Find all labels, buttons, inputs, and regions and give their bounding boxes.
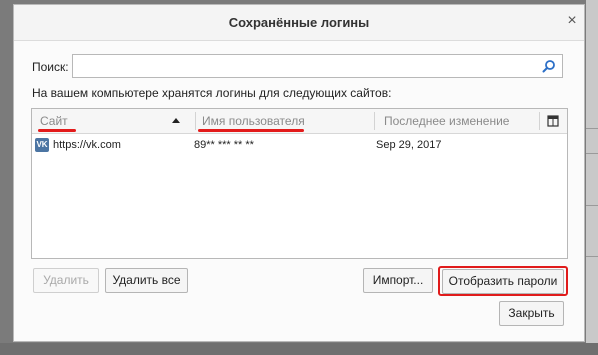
remove-all-button[interactable]: Удалить все [105, 268, 188, 293]
row-username: 89** *** ** ** [194, 139, 254, 151]
search-label: Поиск: [32, 60, 69, 74]
annotation-underline-site [38, 129, 76, 132]
close-button[interactable]: Закрыть [499, 301, 564, 326]
taskbar-strip [0, 343, 598, 355]
saved-logins-dialog: Сохранённые логины × Поиск: На вашем ком… [13, 4, 585, 342]
column-header-last-modified[interactable]: Последнее изменение [384, 109, 509, 133]
annotation-underline-username [198, 129, 304, 132]
annotation-highlight-box [438, 266, 568, 296]
search-icon[interactable] [542, 59, 556, 73]
table-row[interactable]: VK https://vk.com 89** *** ** ** Sep 29,… [32, 135, 567, 155]
background-window [586, 0, 598, 355]
vk-icon: VK [35, 138, 49, 152]
logins-table: Сайт Имя пользователя Последнее изменени… [31, 108, 568, 259]
dialog-title: Сохранённые логины [228, 15, 370, 30]
close-icon[interactable]: × [564, 13, 580, 29]
row-last-modified: Sep 29, 2017 [376, 139, 442, 151]
title-bar: Сохранённые логины × [14, 5, 584, 41]
sort-ascending-icon [172, 118, 180, 123]
search-input[interactable] [72, 54, 563, 78]
info-text: На вашем компьютере хранятся логины для … [32, 86, 392, 100]
import-button[interactable]: Импорт... [363, 268, 433, 293]
row-site: https://vk.com [53, 139, 121, 151]
column-picker-icon[interactable] [547, 115, 559, 127]
remove-button[interactable]: Удалить [33, 268, 99, 293]
